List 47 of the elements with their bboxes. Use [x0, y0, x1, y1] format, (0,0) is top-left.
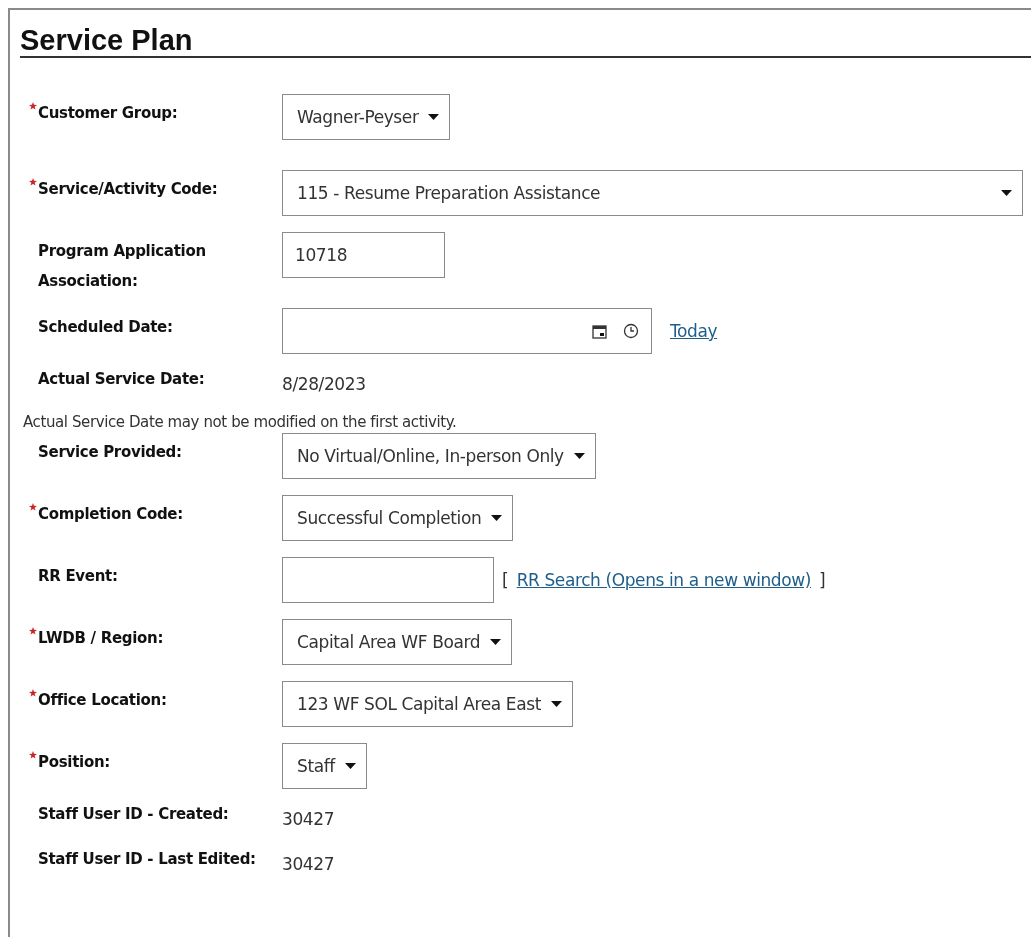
today-link[interactable]: Today: [670, 321, 718, 341]
caret-icon: [344, 763, 356, 769]
caret-icon: [490, 639, 502, 645]
field-label: Service/Activity Code:: [38, 179, 218, 200]
dropdown[interactable]: 115 - Resume Preparation Assistance: [282, 170, 1023, 216]
field-label: Completion Code:: [38, 504, 183, 525]
caret-icon: [573, 453, 585, 459]
field-value: 30427: [282, 853, 335, 876]
dropdown[interactable]: 123 WF SOL Capital Area East: [282, 681, 573, 727]
bracket: [: [502, 570, 509, 590]
dropdown[interactable]: Wagner-Peyser: [282, 94, 451, 140]
field-label: Office Location:: [38, 690, 167, 711]
required-star-icon: [29, 503, 37, 511]
field-label: Actual Service Date:: [38, 369, 205, 390]
required-star-icon: [29, 102, 37, 110]
date-field[interactable]: [282, 308, 652, 354]
calendar-icon[interactable]: [592, 323, 607, 339]
field-label: Program Application Association:: [38, 241, 207, 292]
field-label: Customer Group:: [38, 103, 178, 124]
field-label: Position:: [38, 752, 110, 773]
input-field[interactable]: 10718: [282, 232, 445, 278]
caret-icon: [491, 515, 503, 521]
required-star-icon: [29, 178, 37, 186]
dropdown[interactable]: Staff: [282, 743, 367, 789]
dropdown[interactable]: Successful Completion: [282, 495, 514, 541]
field-label: Staff User ID - Last Edited:: [38, 849, 256, 870]
required-star-icon: [29, 689, 37, 697]
dropdown[interactable]: Capital Area WF Board: [282, 619, 513, 665]
field-label: Service Provided:: [38, 442, 182, 463]
page-title: Service Plan: [20, 24, 1031, 58]
search-link[interactable]: RR Search (Opens in a new window): [516, 570, 811, 590]
field-label: Staff User ID - Created:: [38, 804, 229, 825]
caret-icon: [550, 701, 562, 707]
hint-text: Actual Service Date may not be modified on the first activity.: [23, 413, 458, 431]
field-label: Scheduled Date:: [38, 317, 173, 338]
clock-icon[interactable]: [623, 323, 639, 339]
dropdown[interactable]: No Virtual/Online, In-person Only: [282, 433, 596, 479]
field-value: 30427: [282, 808, 335, 831]
caret-icon: [1001, 190, 1012, 196]
field-value: 8/28/2023: [282, 373, 366, 396]
input-field[interactable]: [282, 557, 494, 603]
bracket: ]: [818, 570, 826, 590]
required-star-icon: [29, 627, 37, 635]
field-label: LWDB / Region:: [38, 628, 164, 649]
required-star-icon: [29, 751, 37, 759]
field-label: RR Event:: [38, 566, 118, 587]
caret-icon: [428, 114, 440, 120]
